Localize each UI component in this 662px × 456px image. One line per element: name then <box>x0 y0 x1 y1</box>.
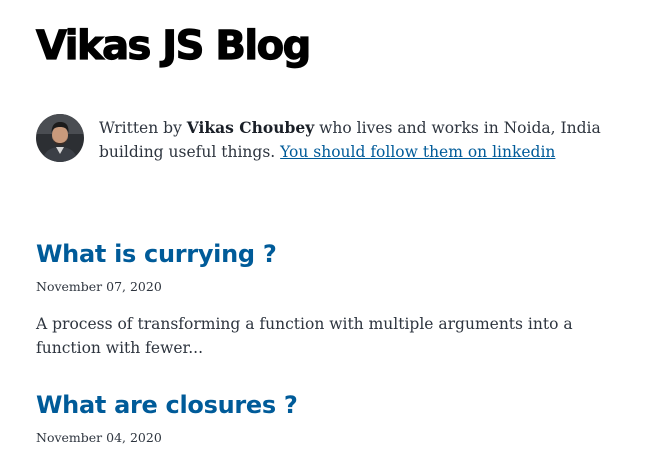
bio-text: Written by Vikas Choubey who lives and w… <box>99 116 646 164</box>
site-title[interactable]: Vikas JS Blog <box>35 14 311 78</box>
post-link-closures[interactable]: What are closures ? <box>36 391 298 419</box>
post-excerpt-currying: A process of transforming a function wit… <box>36 315 573 357</box>
post-date-currying: November 07, 2020 <box>36 279 162 294</box>
post-title-currying[interactable]: What is currying ? <box>36 238 277 270</box>
author-avatar <box>36 114 84 162</box>
post-title-closures[interactable]: What are closures ? <box>36 389 298 421</box>
linkedin-link[interactable]: You should follow them on linkedin <box>280 143 555 161</box>
bio-prefix: Written by <box>99 119 187 137</box>
post-link-currying[interactable]: What is currying ? <box>36 240 277 268</box>
post-date-closures: November 04, 2020 <box>36 430 162 445</box>
avatar-photo-icon <box>36 114 84 162</box>
author-name: Vikas Choubey <box>186 118 315 137</box>
author-bio: Written by Vikas Choubey who lives and w… <box>36 114 646 164</box>
